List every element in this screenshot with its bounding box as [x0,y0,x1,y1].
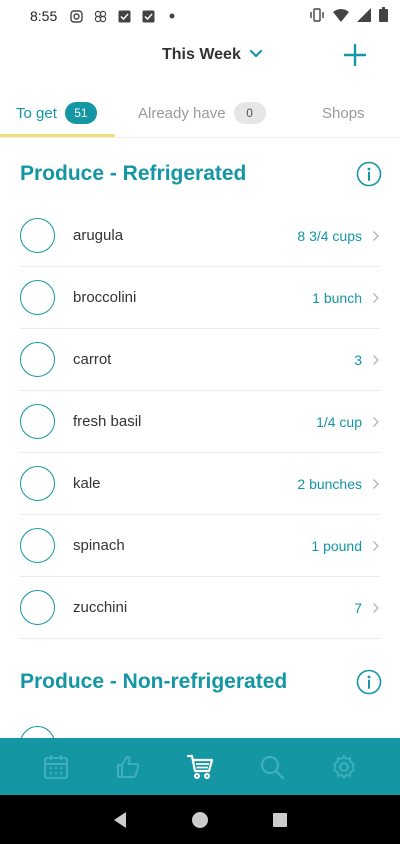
calendar-icon [44,754,68,779]
chevron-right-icon [373,354,379,365]
info-icon [356,161,382,187]
list-item[interactable]: kale 2 bunches [20,453,380,515]
status-bar: 8:55 [0,0,400,32]
system-navigation [0,795,400,844]
list-item[interactable]: broccolini 1 bunch [20,267,380,329]
section-header-non-refrigerated: Produce - Non-refrigerated [20,662,382,702]
item-name: carrot [73,351,112,368]
tab-to-get-label: To get [16,104,57,122]
tab-already-have-count: 0 [233,102,266,124]
item-checkbox[interactable] [20,466,55,501]
status-right [309,7,388,25]
tab-already-have[interactable]: Already have 0 [138,90,266,136]
tab-already-have-label: Already have [138,104,226,122]
list-item[interactable]: carrot 3 [20,329,380,391]
tab-bar: To get 51 Already have 0 Shops [0,90,400,138]
chevron-down-icon [249,46,263,64]
tab-shops-label: Shops [322,104,365,122]
item-checkbox[interactable] [20,218,55,253]
chevron-right-icon [373,602,379,613]
section-title: Produce - Refrigerated [20,162,247,185]
section-title: Produce - Non-refrigerated [20,670,288,693]
plus-icon [343,43,367,67]
vibrate-icon [309,7,325,25]
recents-square-icon [273,812,287,827]
item-name: arugula [73,227,124,244]
search-icon [260,755,285,779]
item-checkbox[interactable] [20,342,55,377]
week-label: This Week [162,46,241,63]
home-circle-icon [192,811,208,828]
wifi-icon [333,8,349,25]
item-quantity: 1 bunch [312,289,362,306]
system-back-button[interactable] [108,808,132,832]
task-check-icon [117,9,131,23]
pinwheel-icon [93,9,107,23]
item-quantity: 1 pound [311,537,362,554]
nav-settings[interactable] [324,747,364,787]
item-quantity: 3 [354,351,362,368]
nav-calendar[interactable] [36,747,76,787]
tab-to-get-count: 51 [64,102,97,124]
item-name: spinach [73,537,125,554]
task-check-icon-2 [141,9,155,23]
settings-icon [333,754,355,779]
add-item-button[interactable] [343,43,367,67]
back-triangle-icon [114,811,126,828]
active-tab-indicator [0,134,115,137]
item-checkbox[interactable] [20,528,55,563]
item-name: zucchini [73,599,128,616]
item-name: broccolini [73,289,137,306]
item-quantity: 7 [354,599,362,616]
nav-cart[interactable] [180,747,220,787]
list-item[interactable]: zucchini 7 [20,577,380,639]
list-item[interactable]: fresh basil 1/4 cup [20,391,380,453]
item-quantity: 1/4 cup [316,413,362,430]
signal-icon [357,7,371,25]
section-info-button[interactable] [356,161,382,187]
section-info-button[interactable] [356,669,382,695]
item-checkbox[interactable] [20,590,55,625]
item-quantity: 2 bunches [297,475,362,492]
battery-icon [379,7,388,25]
status-time: 8:55 [30,8,58,24]
item-name: fresh basil [73,413,142,430]
tab-shops[interactable]: Shops [322,90,365,136]
cart-icon [186,754,214,779]
notification-dot-icon [165,9,179,23]
item-quantity: 8 3/4 cups [297,227,362,244]
chevron-right-icon [373,292,379,303]
chevron-right-icon [373,416,379,427]
item-checkbox[interactable] [20,280,55,315]
bottom-navigation [0,738,400,795]
week-selector[interactable]: This Week [162,46,263,64]
info-icon [356,669,382,695]
chevron-right-icon [373,478,379,489]
tab-to-get[interactable]: To get 51 [16,90,97,136]
chevron-right-icon [373,230,379,241]
instagram-icon [69,9,83,23]
thumbs-up-icon [117,755,140,778]
system-recents-button[interactable] [268,808,292,832]
chevron-right-icon [373,540,379,551]
section-header-refrigerated: Produce - Refrigerated [20,154,382,194]
system-home-button[interactable] [188,808,212,832]
nav-search[interactable] [252,747,292,787]
item-name: kale [73,475,101,492]
item-checkbox[interactable] [20,404,55,439]
nav-favorites[interactable] [108,747,148,787]
list-item[interactable]: spinach 1 pound [20,515,380,577]
app-header: This Week [0,38,400,78]
list-item[interactable]: arugula 8 3/4 cups [20,205,380,267]
